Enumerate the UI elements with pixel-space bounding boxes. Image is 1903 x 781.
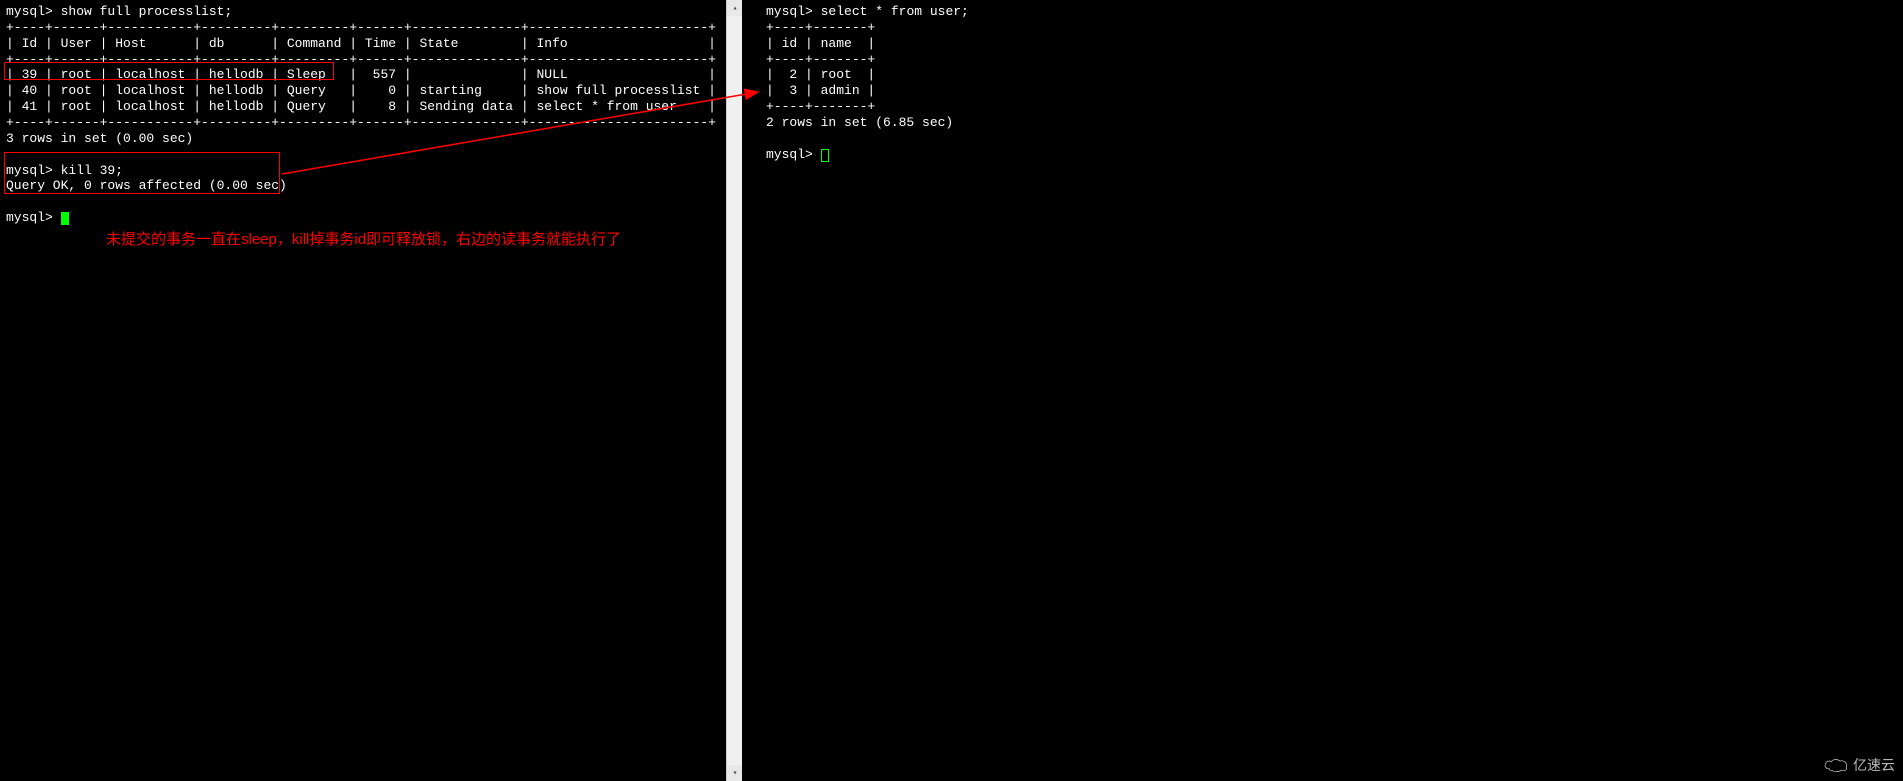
table-divider: +----+-------+	[766, 52, 875, 67]
table-row: | 41 | root | localhost | hellodb | Quer…	[6, 99, 716, 114]
table-divider: +----+------+-----------+---------+-----…	[6, 20, 716, 35]
terminal-output: mysql> show full processlist; +----+----…	[6, 4, 736, 226]
command: kill 39;	[61, 163, 123, 178]
table-header: | id | name |	[766, 36, 875, 51]
table-row: | 2 | root |	[766, 67, 875, 82]
table-header: | Id | User | Host | db | Command | Time…	[6, 36, 716, 51]
table-divider: +----+------+-----------+---------+-----…	[6, 115, 716, 130]
prompt: mysql>	[766, 4, 813, 19]
command: select * from user;	[821, 4, 969, 19]
scrollbar-up-icon[interactable]: ▴	[727, 0, 742, 16]
prompt: mysql>	[766, 147, 813, 162]
result-summary: 3 rows in set (0.00 sec)	[6, 131, 193, 146]
prompt: mysql>	[6, 4, 53, 19]
scrollbar[interactable]: ▴ ▾	[726, 0, 742, 781]
right-terminal-pane[interactable]: mysql> select * from user; +----+-------…	[760, 0, 1903, 781]
table-row: | 39 | root | localhost | hellodb | Slee…	[6, 67, 716, 82]
cursor-icon	[61, 212, 69, 225]
table-divider: +----+------+-----------+---------+-----…	[6, 52, 716, 67]
prompt: mysql>	[6, 210, 53, 225]
result-summary: 2 rows in set (6.85 sec)	[766, 115, 953, 130]
table-divider: +----+-------+	[766, 20, 875, 35]
table-divider: +----+-------+	[766, 99, 875, 114]
cursor-icon	[821, 149, 829, 162]
prompt: mysql>	[6, 163, 53, 178]
result-line: Query OK, 0 rows affected (0.00 sec)	[6, 178, 287, 193]
command: show full processlist;	[61, 4, 233, 19]
annotation-text: 未提交的事务一直在sleep，kill掉事务id即可释放锁，右边的读事务就能执行…	[106, 228, 621, 249]
cloud-icon	[1823, 757, 1849, 773]
terminal-output: mysql> select * from user; +----+-------…	[766, 4, 1897, 163]
table-row: | 40 | root | localhost | hellodb | Quer…	[6, 83, 716, 98]
left-terminal-pane[interactable]: mysql> show full processlist; +----+----…	[0, 0, 742, 781]
watermark-text: 亿速云	[1853, 755, 1895, 775]
watermark: 亿速云	[1823, 755, 1895, 775]
scrollbar-down-icon[interactable]: ▾	[727, 765, 742, 781]
table-row: | 3 | admin |	[766, 83, 875, 98]
